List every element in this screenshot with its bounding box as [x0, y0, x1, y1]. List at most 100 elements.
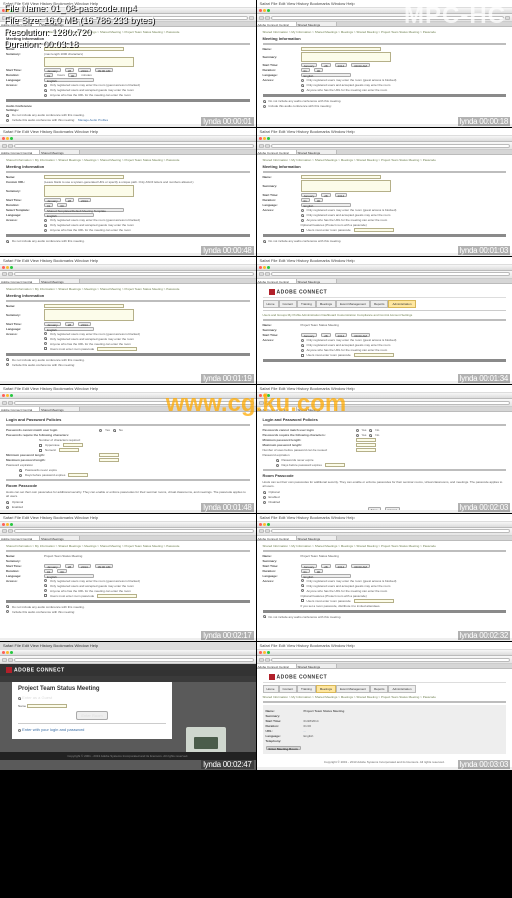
- template-select[interactable]: Shared Templates/Default Meeting Templat…: [44, 208, 124, 212]
- access-radio-1[interactable]: [44, 219, 47, 222]
- yes-radio[interactable]: [356, 429, 359, 432]
- topnav-tab[interactable]: Reports: [370, 300, 389, 308]
- passcode-input[interactable]: [354, 599, 394, 603]
- access-radio-2[interactable]: [301, 214, 304, 217]
- day-select[interactable]: 28: [65, 322, 74, 326]
- max-input[interactable]: [99, 458, 119, 462]
- browser-tab[interactable]: Shared Meetings: [40, 150, 80, 154]
- max-input[interactable]: [356, 443, 376, 447]
- topnav-tab[interactable]: Home: [263, 300, 279, 308]
- topnav-tab-active[interactable]: Administration: [388, 300, 415, 308]
- access-radio-3[interactable]: [301, 349, 304, 352]
- passcode-checkbox[interactable]: [301, 599, 304, 602]
- topnav-tab-active[interactable]: Meetings: [316, 685, 336, 693]
- browser-tab[interactable]: Adobe Connect Central: [0, 536, 40, 540]
- access-radio-3[interactable]: [44, 589, 47, 592]
- year-select[interactable]: 2014: [78, 68, 91, 72]
- exp-days-input[interactable]: [325, 463, 345, 467]
- access-radio-1[interactable]: [301, 209, 304, 212]
- min-input[interactable]: [99, 453, 119, 457]
- browser-tab[interactable]: Shared Meetings: [297, 22, 337, 26]
- year-select[interactable]: 2014: [78, 322, 91, 326]
- day-select[interactable]: 28: [321, 564, 330, 568]
- day-select[interactable]: 28: [321, 193, 330, 197]
- reuse-input[interactable]: [356, 448, 376, 452]
- opt-radio-3[interactable]: [263, 501, 266, 504]
- access-radio-3[interactable]: [44, 342, 47, 345]
- dur-m-select[interactable]: 00: [57, 203, 66, 207]
- year-select[interactable]: 2014: [335, 564, 348, 568]
- topnav-tab[interactable]: Event Management: [336, 685, 370, 693]
- summary-textarea[interactable]: [44, 185, 134, 197]
- topnav-tab[interactable]: Training: [297, 300, 316, 308]
- dur-h-select[interactable]: 01: [44, 203, 53, 207]
- summary-textarea[interactable]: [301, 52, 391, 62]
- min-input[interactable]: [356, 438, 376, 442]
- year-select[interactable]: 2014: [78, 198, 91, 202]
- browser-tab[interactable]: Adobe Connect Central: [0, 407, 40, 411]
- passcode-input[interactable]: [354, 228, 394, 232]
- month-select[interactable]: January: [44, 68, 61, 72]
- exp-radio-2[interactable]: [276, 464, 279, 467]
- save-button[interactable]: Save: [368, 507, 381, 509]
- topnav-tab[interactable]: Event Management: [336, 300, 370, 308]
- subnav[interactable]: Users and Groups My Profile Administrati…: [263, 313, 507, 317]
- access-radio-2[interactable]: [301, 84, 304, 87]
- browser-tab[interactable]: Shared Meetings: [297, 407, 337, 411]
- month-select[interactable]: January: [301, 564, 318, 568]
- upper-checkbox[interactable]: [39, 444, 42, 447]
- exp-radio-2[interactable]: [19, 474, 22, 477]
- month-select[interactable]: January: [44, 564, 61, 568]
- topnav-tab[interactable]: Content: [279, 300, 298, 308]
- browser-tab[interactable]: Shared Meetings: [40, 407, 80, 411]
- access-radio-1[interactable]: [44, 332, 47, 335]
- guest-name-input[interactable]: [27, 704, 67, 708]
- opt-radio-2[interactable]: [6, 506, 9, 509]
- language-select[interactable]: English: [301, 574, 351, 578]
- topnav-tab[interactable]: Reports: [370, 685, 389, 693]
- audio-radio-2[interactable]: [6, 363, 9, 366]
- browser-tab[interactable]: Adobe Connect Central: [257, 536, 297, 540]
- name-input[interactable]: [301, 175, 381, 179]
- passcode-checkbox[interactable]: [301, 354, 304, 357]
- browser-tab[interactable]: Shared Meetings: [40, 536, 80, 540]
- time-select[interactable]: 09:00 AM: [351, 564, 370, 568]
- browser-tab[interactable]: Adobe Connect Central: [0, 279, 40, 283]
- month-select[interactable]: January: [44, 198, 61, 202]
- year-select[interactable]: 2014: [335, 333, 348, 337]
- audio-radio-1[interactable]: [6, 358, 9, 361]
- audio-radio-1[interactable]: [6, 240, 9, 243]
- dur-h-select[interactable]: 01: [301, 569, 310, 573]
- upper-count-input[interactable]: [63, 443, 83, 447]
- no-radio[interactable]: [369, 429, 372, 432]
- dur-h-select[interactable]: 01: [301, 68, 310, 72]
- opt-radio-1[interactable]: [263, 491, 266, 494]
- cancel-button[interactable]: Cancel: [385, 507, 400, 509]
- passcode-input[interactable]: [354, 353, 394, 357]
- month-select[interactable]: January: [301, 333, 318, 337]
- time-select[interactable]: 09:00 AM: [95, 68, 114, 72]
- day-select[interactable]: 28: [321, 63, 330, 67]
- time-select[interactable]: 09:00 AM: [95, 564, 114, 568]
- browser-tab[interactable]: Adobe Connect Central: [257, 22, 297, 26]
- exp-days-input[interactable]: [68, 473, 88, 477]
- name-input[interactable]: [44, 304, 124, 308]
- audio-radio-1[interactable]: [6, 114, 9, 117]
- browser-tab[interactable]: Adobe Connect Central: [257, 150, 297, 154]
- access-radio-1[interactable]: [301, 579, 304, 582]
- access-radio-1[interactable]: [44, 579, 47, 582]
- access-radio-1[interactable]: [301, 339, 304, 342]
- audio-radio-2[interactable]: [263, 105, 266, 108]
- access-radio-1[interactable]: [301, 79, 304, 82]
- access-radio-2[interactable]: [44, 224, 47, 227]
- name-input[interactable]: [301, 47, 381, 51]
- browser-tab[interactable]: Shared Meetings: [297, 150, 337, 154]
- info-url-link[interactable]: ...: [304, 729, 307, 733]
- time-select[interactable]: 09:00 AM: [351, 63, 370, 67]
- dur-m-select[interactable]: 00: [314, 68, 323, 72]
- passcode-input[interactable]: [97, 594, 137, 598]
- dur-h-select[interactable]: 01: [44, 569, 53, 573]
- browser-tab[interactable]: Adobe Connect Central: [0, 150, 40, 154]
- access-radio-3[interactable]: [44, 229, 47, 232]
- topnav-tab[interactable]: Training: [297, 685, 316, 693]
